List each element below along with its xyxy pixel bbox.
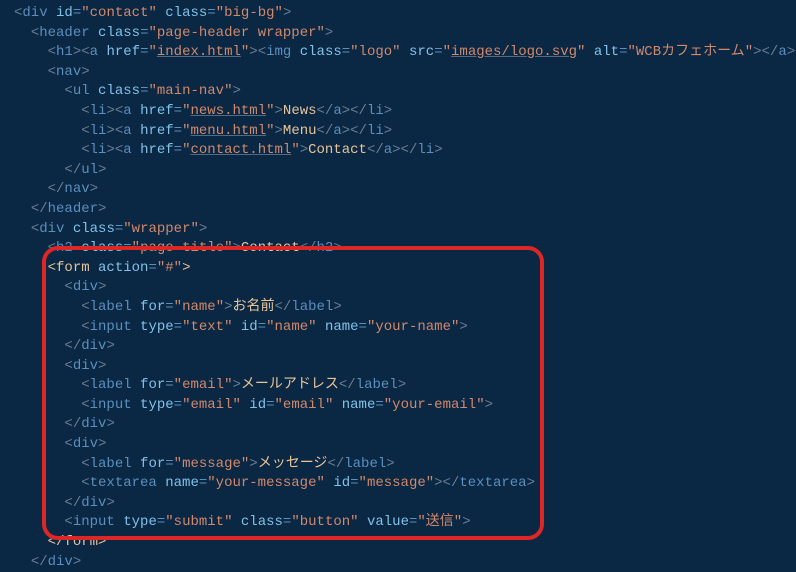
text: メッセージ: [258, 456, 328, 472]
attr-val: contact.html: [190, 142, 291, 158]
attr-val: text: [190, 319, 224, 335]
attr-val: #: [165, 260, 173, 276]
attr-val: news.html: [190, 103, 266, 119]
text: News: [283, 103, 317, 119]
attr-val: your-email: [392, 397, 476, 413]
attr-val: name: [275, 319, 309, 335]
text: Contact: [308, 142, 367, 158]
attr-val: message: [182, 456, 241, 472]
attr-val: email: [190, 397, 232, 413]
attr-val: index.html: [157, 44, 241, 60]
attr-val: message: [367, 475, 426, 491]
attr-val: your-name: [375, 319, 451, 335]
attr-val: WCBカフェホーム: [636, 44, 745, 60]
attr-val: logo: [359, 44, 393, 60]
attr-val: email: [283, 397, 325, 413]
attr-val: button: [300, 514, 350, 530]
attr-val: submit: [174, 514, 224, 530]
attr-val: menu.html: [190, 123, 266, 139]
text: お名前: [233, 299, 275, 315]
attr-val: wrapper: [132, 221, 191, 237]
text: Menu: [283, 123, 317, 139]
attr-val: contact: [90, 5, 149, 21]
attr-val: name: [182, 299, 216, 315]
attr-val: images/logo.svg: [451, 44, 577, 60]
attr-val: page-header wrapper: [157, 25, 317, 41]
text: Contact: [241, 240, 300, 256]
attr-val: big-bg: [224, 5, 274, 21]
attr-val: main-nav: [157, 83, 224, 99]
attr-val: your-message: [216, 475, 317, 491]
code-editor[interactable]: <div id="contact" class="big-bg"> <heade…: [0, 0, 796, 572]
attr-val: page-title: [140, 240, 224, 256]
text: メールアドレス: [241, 377, 339, 393]
attr-val: email: [182, 377, 224, 393]
attr-val: 送信: [426, 514, 454, 530]
